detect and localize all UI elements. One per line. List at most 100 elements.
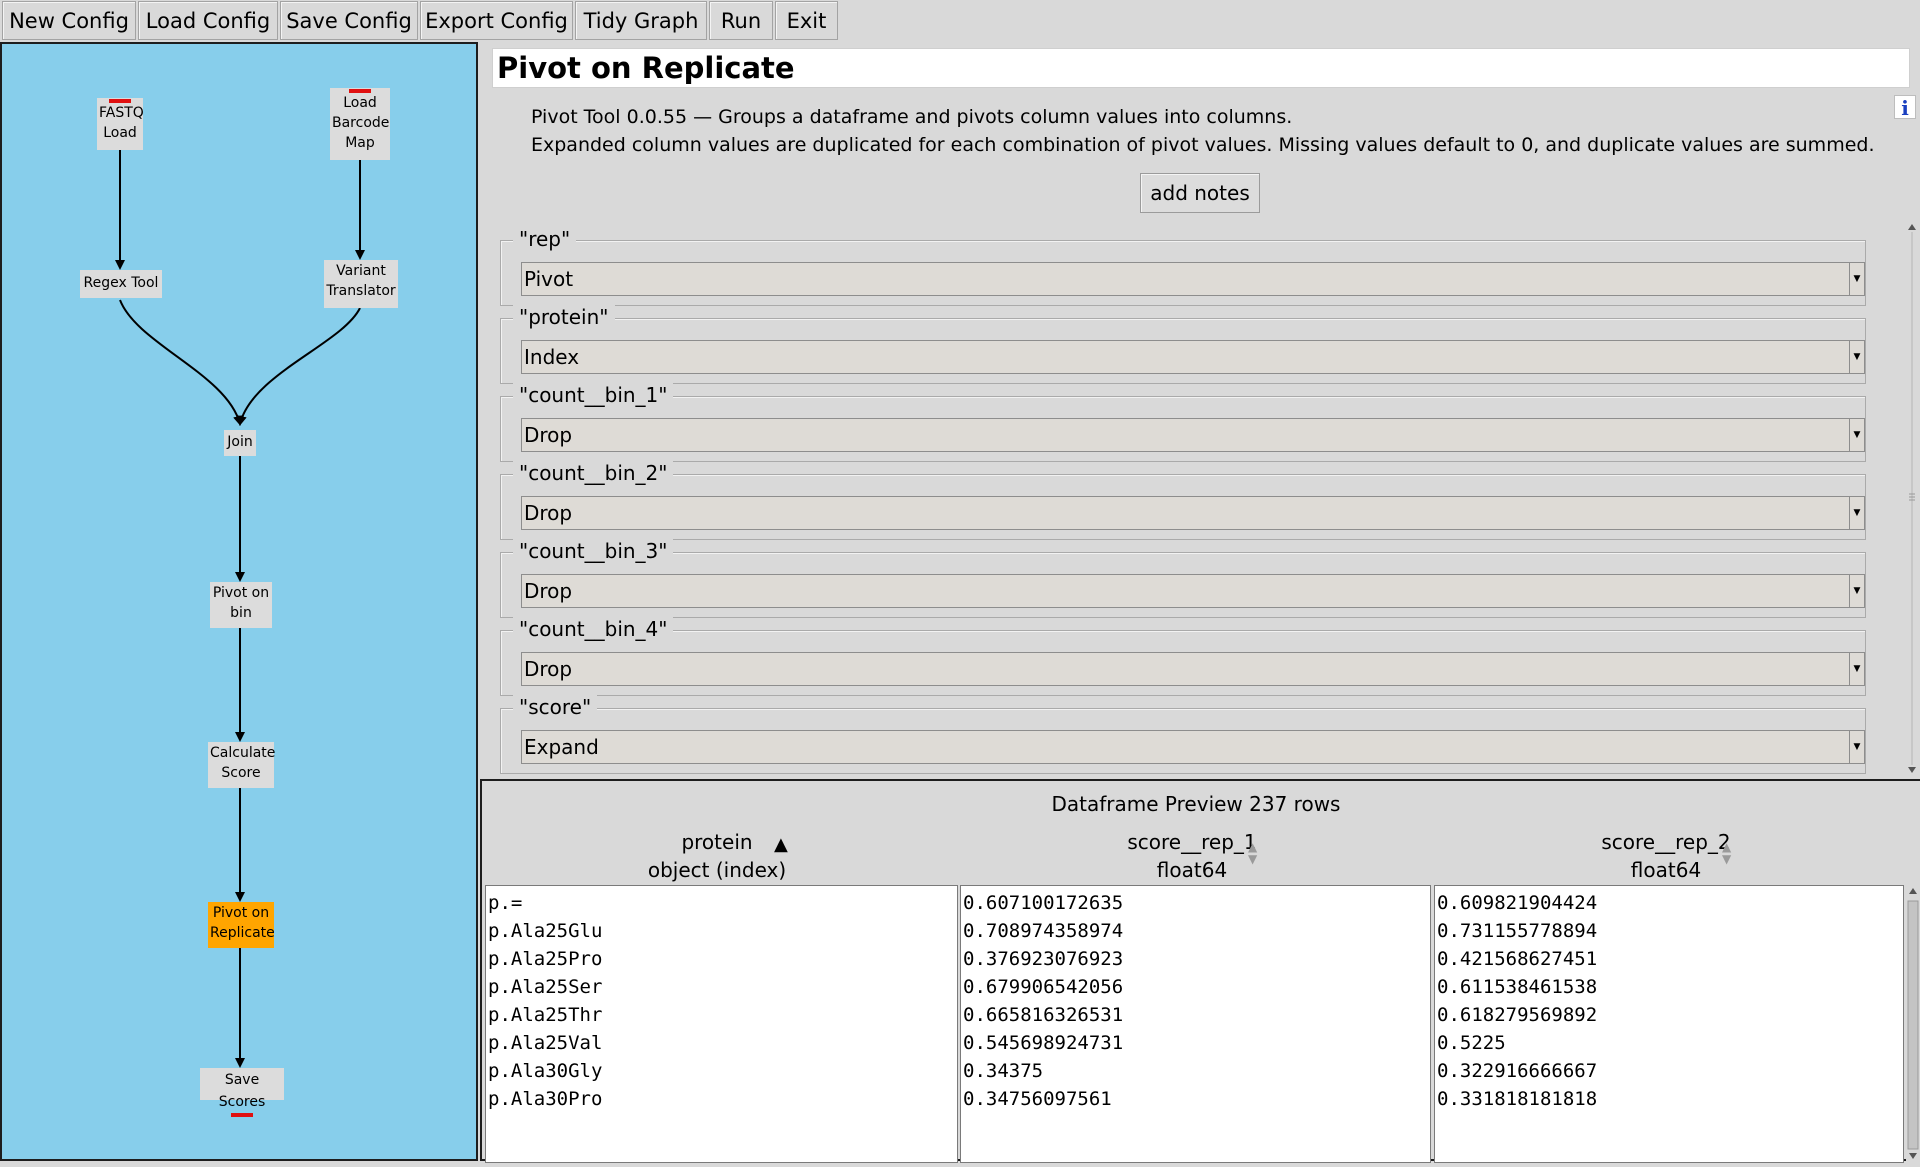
field-label: "count__bin_4" <box>513 616 674 642</box>
protein-select[interactable]: Index ▼ <box>521 340 1865 374</box>
dataframe-preview: Dataframe Preview 237 rows protein objec… <box>480 779 1920 1163</box>
node-join[interactable]: Join <box>224 430 256 456</box>
score-select[interactable]: Expand ▼ <box>521 730 1865 764</box>
node-label: Save Scores <box>218 1072 266 1110</box>
count-bin-2-select[interactable]: Drop ▼ <box>521 496 1865 530</box>
table-cell: 0.322916666667 <box>1437 1060 1598 1082</box>
sort-unsorted-icon[interactable]: ▲ ▼ <box>1722 841 1731 865</box>
chevron-down-icon[interactable]: ▼ <box>1849 497 1864 529</box>
field-label: "protein" <box>513 304 615 330</box>
field-label: "rep" <box>513 226 577 252</box>
tidy-graph-button[interactable]: Tidy Graph <box>575 1 707 40</box>
field-rep: "rep" Pivot ▼ <box>500 226 1866 306</box>
node-label: Calculate Score <box>210 745 276 781</box>
node-label: Variant Translator <box>326 263 396 299</box>
field-label: "count__bin_3" <box>513 538 674 564</box>
chevron-down-icon[interactable]: ▼ <box>1849 341 1864 373</box>
node-label: Join <box>227 434 253 450</box>
table-cell: p.Ala30Pro <box>488 1088 603 1110</box>
info-icon[interactable]: i <box>1894 95 1916 120</box>
count-bin-1-select[interactable]: Drop ▼ <box>521 418 1865 452</box>
table-cell: p.= <box>488 892 523 914</box>
table-cell: p.Ala25Glu <box>488 920 603 942</box>
add-notes-button[interactable]: add notes <box>1140 173 1260 213</box>
node-fastq-load[interactable]: FASTQ Load <box>97 98 144 150</box>
column-header-score-rep-2[interactable]: score__rep_2 float64 <box>1431 828 1901 884</box>
chevron-down-icon[interactable]: ▼ <box>1849 653 1864 685</box>
column-name: protein <box>681 830 753 854</box>
count-bin-3-select[interactable]: Drop ▼ <box>521 574 1865 608</box>
save-config-button[interactable]: Save Config <box>280 1 418 40</box>
chevron-down-icon[interactable]: ▼ <box>1849 419 1864 451</box>
table-cell: 0.331818181818 <box>1437 1088 1598 1110</box>
column-dtype: float64 <box>1630 858 1702 882</box>
exit-button[interactable]: Exit <box>775 1 838 40</box>
input-port[interactable] <box>231 1113 253 1117</box>
select-value: Index <box>524 345 580 369</box>
node-title-field[interactable]: Pivot on Replicate <box>492 48 1910 88</box>
sort-ascending-icon[interactable]: ▲ <box>774 836 788 854</box>
field-protein: "protein" Index ▼ <box>500 304 1866 384</box>
table-cell: 0.421568627451 <box>1437 948 1598 970</box>
table-cell: 0.545698924731 <box>963 1032 1124 1054</box>
node-regex-tool[interactable]: Regex Tool <box>80 270 162 298</box>
table-cell: 0.731155778894 <box>1437 920 1598 942</box>
node-label: Load Barcode Map <box>332 95 390 151</box>
column-dtype: object (index) <box>647 858 787 882</box>
table-cell: p.Ala25Val <box>488 1032 603 1054</box>
edge-regex-to-join <box>119 299 243 426</box>
table-cell: 0.665816326531 <box>963 1004 1124 1026</box>
table-cell: p.Ala25Ser <box>488 976 603 998</box>
rep-select[interactable]: Pivot ▼ <box>521 262 1865 296</box>
scrollbar-graphic <box>1908 224 1916 773</box>
node-pivot-on-replicate[interactable]: Pivot on Replicate <box>208 902 275 948</box>
node-variant-translator[interactable]: Variant Translator <box>324 260 398 308</box>
field-count-bin-1: "count__bin_1" Drop ▼ <box>500 382 1866 462</box>
table-cell: p.Ala25Thr <box>488 1004 603 1026</box>
table-cell: 0.708974358974 <box>963 920 1124 942</box>
chevron-down-icon[interactable]: ▼ <box>1849 575 1864 607</box>
chevron-down-icon[interactable]: ▼ <box>1849 731 1864 763</box>
select-value: Drop <box>524 501 573 525</box>
node-load-barcode-map[interactable]: Load Barcode Map <box>330 88 390 160</box>
table-cell: p.Ala25Pro <box>488 948 603 970</box>
table-cell: 0.5225 <box>1437 1032 1506 1054</box>
run-button[interactable]: Run <box>709 1 773 40</box>
column-values-protein[interactable]: p.= p.Ala25Glu p.Ala25Pro p.Ala25Ser p.A… <box>485 885 958 1163</box>
pipeline-graph-canvas[interactable]: FASTQ Load Load Barcode Map Regex Tool V… <box>0 42 478 1161</box>
column-header-protein[interactable]: protein object (index) <box>482 828 952 884</box>
column-values-score-rep-1[interactable]: 0.607100172635 0.708974358974 0.37692307… <box>960 885 1431 1163</box>
table-cell: p.Ala30Gly <box>488 1060 603 1082</box>
edge-variant-to-join <box>237 307 361 426</box>
table-cell: 0.607100172635 <box>963 892 1124 914</box>
node-pivot-on-bin[interactable]: Pivot on bin <box>210 582 272 628</box>
field-count-bin-2: "count__bin_2" Drop ▼ <box>500 460 1866 540</box>
field-label: "count__bin_1" <box>513 382 674 408</box>
count-bin-4-select[interactable]: Drop ▼ <box>521 652 1865 686</box>
export-config-button[interactable]: Export Config <box>420 1 573 40</box>
chevron-down-icon[interactable]: ▼ <box>1849 263 1864 295</box>
node-calculate-score[interactable]: Calculate Score <box>208 742 276 788</box>
column-values-score-rep-2[interactable]: 0.609821904424 0.731155778894 0.42156862… <box>1434 885 1904 1163</box>
column-dtype: float64 <box>1156 858 1228 882</box>
field-score: "score" Expand ▼ <box>500 694 1866 774</box>
column-header-score-rep-1[interactable]: score__rep_1 float64 <box>957 828 1427 884</box>
node-label: Regex Tool <box>83 275 159 291</box>
select-value: Expand <box>524 735 599 759</box>
table-cell: 0.618279569892 <box>1437 1004 1598 1026</box>
table-cell: 0.34375 <box>963 1060 1044 1082</box>
column-name: score__rep_1 <box>1127 830 1257 854</box>
node-save-scores[interactable]: Save Scores <box>200 1068 284 1117</box>
new-config-button[interactable]: New Config <box>2 1 136 40</box>
sort-unsorted-icon[interactable]: ▲ ▼ <box>1248 841 1257 865</box>
field-label: "score" <box>513 694 598 720</box>
select-value: Drop <box>524 657 573 681</box>
field-label: "count__bin_2" <box>513 460 674 486</box>
config-scrollbar[interactable] <box>1904 220 1920 777</box>
field-count-bin-3: "count__bin_3" Drop ▼ <box>500 538 1866 618</box>
table-cell: 0.611538461538 <box>1437 976 1598 998</box>
node-label: Pivot on bin <box>212 585 270 621</box>
column-name: score__rep_2 <box>1601 830 1731 854</box>
preview-scrollbar[interactable] <box>1906 885 1920 1163</box>
load-config-button[interactable]: Load Config <box>138 1 278 40</box>
